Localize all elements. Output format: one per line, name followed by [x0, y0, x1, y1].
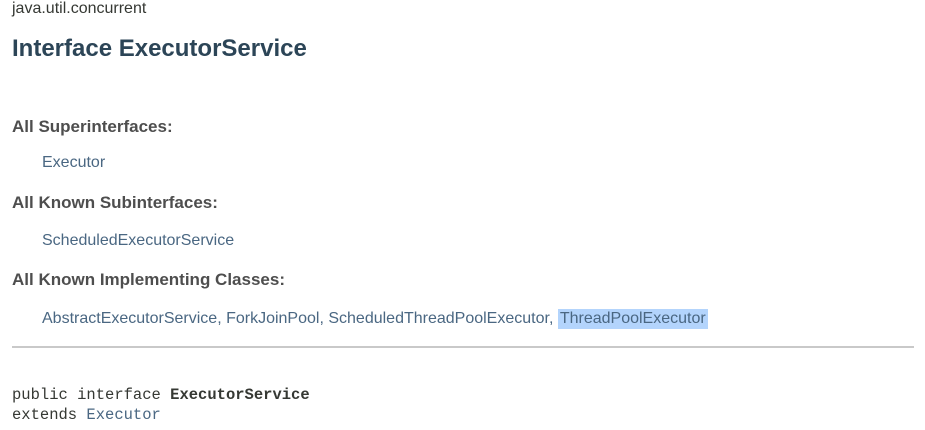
signature-type-name: ExecutorService — [170, 386, 310, 404]
executor-link[interactable]: Executor — [42, 154, 105, 171]
list-separator: , — [319, 310, 329, 327]
thread-pool-executor-link-selected[interactable]: ThreadPoolExecutor — [557, 309, 708, 329]
list-separator: , — [548, 310, 558, 327]
signature-extends-keyword: extends — [12, 406, 87, 424]
implementing-classes-heading: All Known Implementing Classes: — [12, 270, 285, 289]
scheduled-executor-service-link[interactable]: ScheduledExecutorService — [42, 232, 234, 249]
scheduled-thread-pool-executor-link[interactable]: ScheduledThreadPoolExecutor — [328, 310, 549, 327]
implementing-classes-list: AbstractExecutorService, ForkJoinPool, S… — [42, 309, 708, 329]
page-title: Interface ExecutorService — [12, 35, 307, 62]
list-separator: , — [217, 310, 227, 327]
superinterfaces-heading: All Superinterfaces: — [12, 117, 173, 136]
extends-executor-link[interactable]: Executor — [86, 406, 160, 424]
abstract-executor-service-link[interactable]: AbstractExecutorService — [42, 310, 217, 327]
superinterfaces-list: Executor — [42, 153, 105, 173]
fork-join-pool-link[interactable]: ForkJoinPool — [226, 310, 319, 327]
section-divider — [12, 346, 914, 348]
signature-modifiers: public interface — [12, 386, 171, 404]
package-label: java.util.concurrent — [12, 0, 147, 17]
subinterfaces-heading: All Known Subinterfaces: — [12, 193, 218, 212]
type-signature: public interface ExecutorService extends… — [12, 385, 310, 425]
subinterfaces-list: ScheduledExecutorService — [42, 231, 234, 251]
